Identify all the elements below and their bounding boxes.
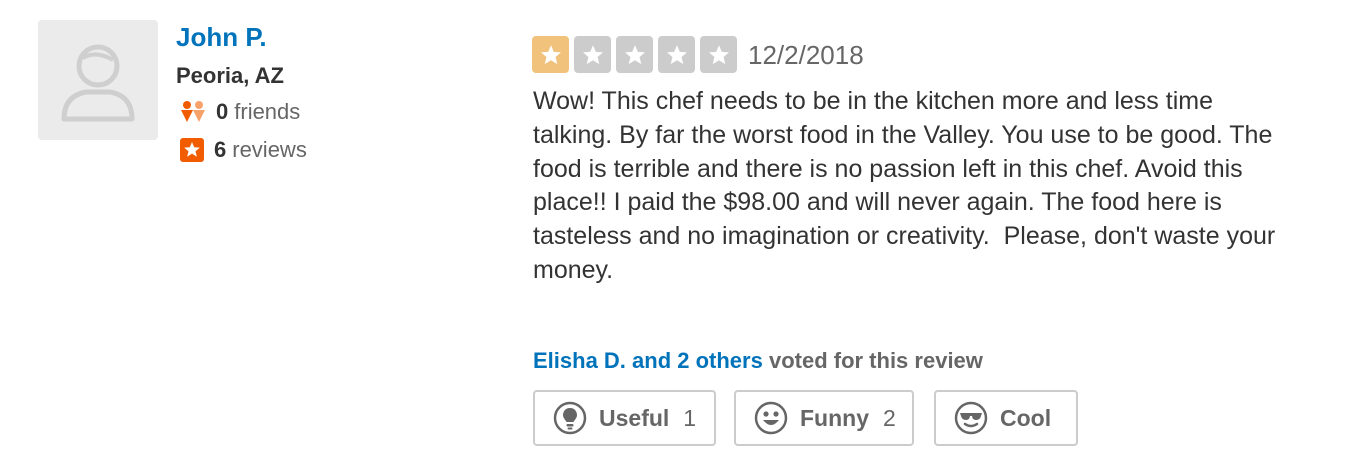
star-4-icon bbox=[658, 36, 695, 73]
friends-label: friends bbox=[234, 99, 301, 124]
useful-count: 1 bbox=[683, 404, 697, 431]
voters-link[interactable]: Elisha D. and 2 others bbox=[533, 348, 763, 373]
friends-icon bbox=[181, 101, 205, 122]
votes-summary: Elisha D. and 2 others voted for this re… bbox=[533, 348, 983, 374]
smiley-icon bbox=[754, 401, 788, 435]
user-avatar[interactable] bbox=[38, 20, 158, 140]
review-date: 12/2/2018 bbox=[748, 40, 864, 70]
user-location: Peoria, AZ bbox=[176, 63, 284, 88]
useful-label: Useful bbox=[599, 404, 670, 431]
funny-label: Funny bbox=[800, 404, 869, 431]
reviews-stat: 6 reviews bbox=[180, 137, 307, 163]
cool-button[interactable]: Cool bbox=[934, 390, 1078, 446]
star-rating bbox=[532, 36, 737, 73]
reviews-label: reviews bbox=[232, 137, 307, 162]
default-user-icon bbox=[61, 44, 135, 122]
useful-button[interactable]: Useful 1 bbox=[533, 390, 716, 446]
user-name-link[interactable]: John P. bbox=[176, 22, 267, 53]
funny-button[interactable]: Funny 2 bbox=[734, 390, 914, 446]
friends-count: 0 bbox=[216, 99, 229, 124]
review-text: Wow! This chef needs to be in the kitche… bbox=[533, 87, 1283, 284]
star-3-icon bbox=[616, 36, 653, 73]
star-5-icon bbox=[700, 36, 737, 73]
review-star-icon bbox=[180, 138, 204, 162]
cool-label: Cool bbox=[1000, 404, 1052, 431]
funny-count: 2 bbox=[883, 404, 896, 431]
friends-stat: 0 friends bbox=[180, 99, 300, 125]
votes-suffix: voted for this review bbox=[762, 348, 983, 373]
star-2-icon bbox=[574, 36, 611, 73]
reviews-count: 6 bbox=[214, 137, 227, 162]
star-1-icon bbox=[532, 36, 569, 73]
sunglasses-icon bbox=[954, 401, 988, 435]
lightbulb-icon bbox=[553, 401, 587, 435]
